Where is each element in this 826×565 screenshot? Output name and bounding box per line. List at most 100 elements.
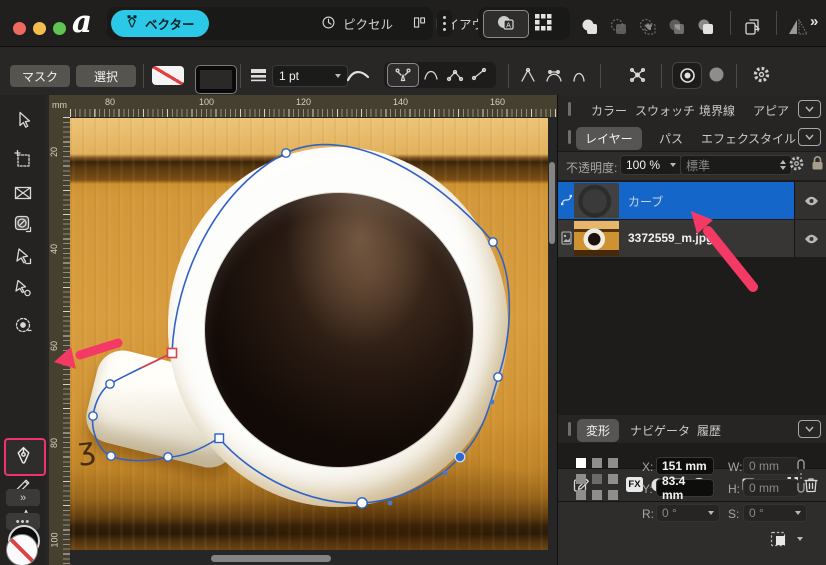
chevron-down-icon[interactable] (797, 537, 803, 541)
panel-chevron-button[interactable] (798, 100, 821, 118)
tab-paths[interactable]: パス (659, 130, 683, 147)
rotation-value: 0 ° (662, 506, 677, 520)
duplicate-icon[interactable] (743, 17, 763, 42)
pen-mode-line[interactable] (470, 66, 488, 87)
node-sharp-icon[interactable] (519, 67, 537, 88)
shear-field[interactable]: 0 ° (743, 504, 807, 522)
pen-mode-polygon[interactable] (446, 66, 464, 87)
pressure-profile-icon[interactable] (347, 68, 369, 87)
h-ruler-label: 120 (296, 97, 311, 107)
minimize-button[interactable] (33, 22, 46, 35)
zoom-button[interactable] (53, 22, 66, 35)
tab-appearance[interactable]: アピア (753, 102, 789, 119)
lock-icon[interactable] (811, 155, 824, 176)
gear-icon[interactable] (752, 65, 771, 89)
affinity-designer-window: a ベクター ピクセル レイアウト » (0, 0, 826, 565)
tab-swatches[interactable]: スウォッチ (635, 102, 695, 119)
persona-vector[interactable]: ベクター (111, 10, 209, 37)
link-dimensions-icon[interactable] (796, 457, 806, 500)
y-field[interactable]: 83.4 mm (656, 479, 714, 497)
place-image-tool[interactable] (3, 178, 43, 208)
tab-history[interactable]: 履歴 (697, 422, 721, 439)
tab-effects[interactable]: エフェク (701, 130, 749, 147)
tab-navigator[interactable]: ナビゲータ (630, 422, 690, 439)
panel-chevron-button[interactable] (798, 128, 821, 146)
stroke-width-field[interactable]: 1 pt (272, 65, 348, 87)
anchor-point-selector[interactable] (576, 458, 618, 500)
canvas-viewport[interactable]: ʒ (46, 95, 557, 565)
fill-color-well[interactable] (6, 534, 38, 565)
fill-stroke-indicator[interactable] (4, 525, 42, 565)
panel-grip[interactable] (568, 422, 571, 436)
h-ruler-label: 100 (199, 97, 214, 107)
layer-visibility-cell[interactable] (794, 182, 826, 219)
stroke-swatch[interactable] (196, 66, 236, 93)
boolean-combine-icon[interactable] (696, 18, 716, 41)
mode-group: A (478, 7, 570, 40)
pen-tool[interactable] (3, 440, 43, 470)
snap-on-button[interactable] (672, 62, 702, 89)
x-field[interactable]: 151 mm (656, 457, 714, 475)
boolean-divide-icon[interactable] (667, 18, 687, 41)
mask-button[interactable]: マスク (10, 65, 70, 87)
affinity-logo: a (72, 7, 92, 37)
contour-icon: A (496, 13, 516, 36)
tab-color[interactable]: カラー (591, 102, 627, 119)
node-smooth2-icon[interactable] (570, 67, 588, 88)
curve-path[interactable] (93, 145, 510, 504)
artboard-tool[interactable] (3, 144, 43, 174)
horizontal-scrollbar[interactable] (211, 555, 331, 562)
shear-value: 0 ° (749, 506, 764, 520)
layer-settings-gear-icon[interactable] (788, 155, 805, 177)
snap-off-button[interactable] (708, 66, 725, 88)
transform-mode-icon[interactable] (770, 531, 788, 552)
panel-chevron-button[interactable] (798, 420, 821, 438)
vector-path-overlay[interactable] (70, 118, 548, 550)
boolean-add-icon[interactable] (580, 18, 600, 41)
titlebar-overflow-chevron[interactable]: » (810, 13, 818, 30)
convert-node-icon[interactable] (628, 66, 647, 89)
pen-nib-icon (125, 15, 139, 32)
layer-row-curve[interactable]: カーブ (558, 182, 826, 219)
panel-grip[interactable] (568, 130, 571, 144)
layer-row-image[interactable]: 3372559_m.jpg (558, 220, 826, 257)
fill-swatch-none[interactable] (152, 66, 184, 85)
color-tabs-row: カラー スウォッチ 境界線 アピア (558, 95, 826, 124)
boolean-subtract-icon[interactable] (609, 18, 629, 41)
chevron-down-icon (708, 511, 714, 515)
pen-mode-group (384, 62, 496, 88)
flip-icon[interactable] (788, 19, 809, 40)
path-nodes[interactable] (89, 149, 502, 508)
h-field[interactable]: 0 mm (743, 479, 799, 497)
persona-pixel[interactable]: ピクセル (321, 7, 393, 40)
panel-grip[interactable] (568, 102, 571, 116)
blend-mode-select[interactable]: 標準 (680, 155, 792, 175)
contour-mode-button[interactable]: A (483, 10, 529, 38)
tab-layers[interactable]: レイヤー (576, 127, 642, 150)
boolean-intersect-icon[interactable] (638, 18, 658, 41)
tools-overflow-button[interactable]: » (6, 489, 40, 506)
photo-document[interactable]: ʒ (70, 118, 548, 550)
move-tool[interactable] (3, 105, 43, 135)
node-smooth-icon[interactable] (544, 67, 564, 88)
tab-transform[interactable]: 変形 (577, 419, 619, 442)
select-button[interactable]: 選択 (76, 65, 136, 87)
layer-visibility-cell[interactable] (794, 220, 826, 257)
corner-tool[interactable] (3, 273, 43, 303)
style-picker-tool[interactable] (3, 209, 43, 239)
rotation-field[interactable]: 0 ° (656, 504, 720, 522)
stroke-lines-icon[interactable] (250, 67, 267, 89)
close-button[interactable] (13, 22, 26, 35)
toolbar-menu-dots[interactable] (437, 10, 452, 37)
tab-stroke[interactable]: 境界線 (699, 102, 735, 119)
grid-mode-button[interactable] (534, 13, 553, 37)
pen-mode-smart[interactable] (422, 66, 440, 87)
point-transform-tool[interactable] (3, 310, 43, 340)
opacity-field[interactable]: 100 % (620, 155, 682, 175)
tab-styles[interactable]: スタイル (748, 130, 796, 147)
w-field[interactable]: 0 mm (743, 457, 799, 475)
pen-mode-pen[interactable] (387, 63, 419, 87)
vertical-ruler: 20 40 60 80 100 (49, 117, 70, 565)
node-tool[interactable] (3, 241, 43, 271)
vertical-scrollbar[interactable] (549, 162, 555, 244)
